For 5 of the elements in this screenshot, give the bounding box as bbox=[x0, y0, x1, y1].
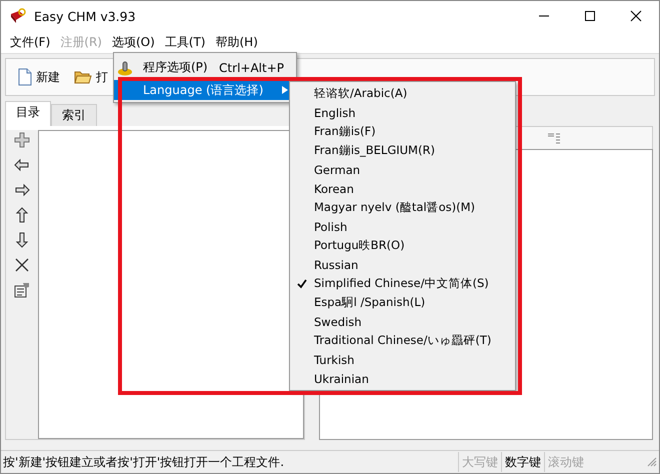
status-indicator: 大写键 bbox=[458, 452, 501, 472]
status-message: 按'新建'按钮建立或者按'打开'按钮打开一个工程文件. bbox=[3, 454, 286, 470]
status-indicator: 数字键 bbox=[501, 452, 544, 472]
status-indicator: 滚动键 bbox=[544, 452, 587, 472]
window-title: Easy CHM v3.93 bbox=[34, 8, 136, 24]
